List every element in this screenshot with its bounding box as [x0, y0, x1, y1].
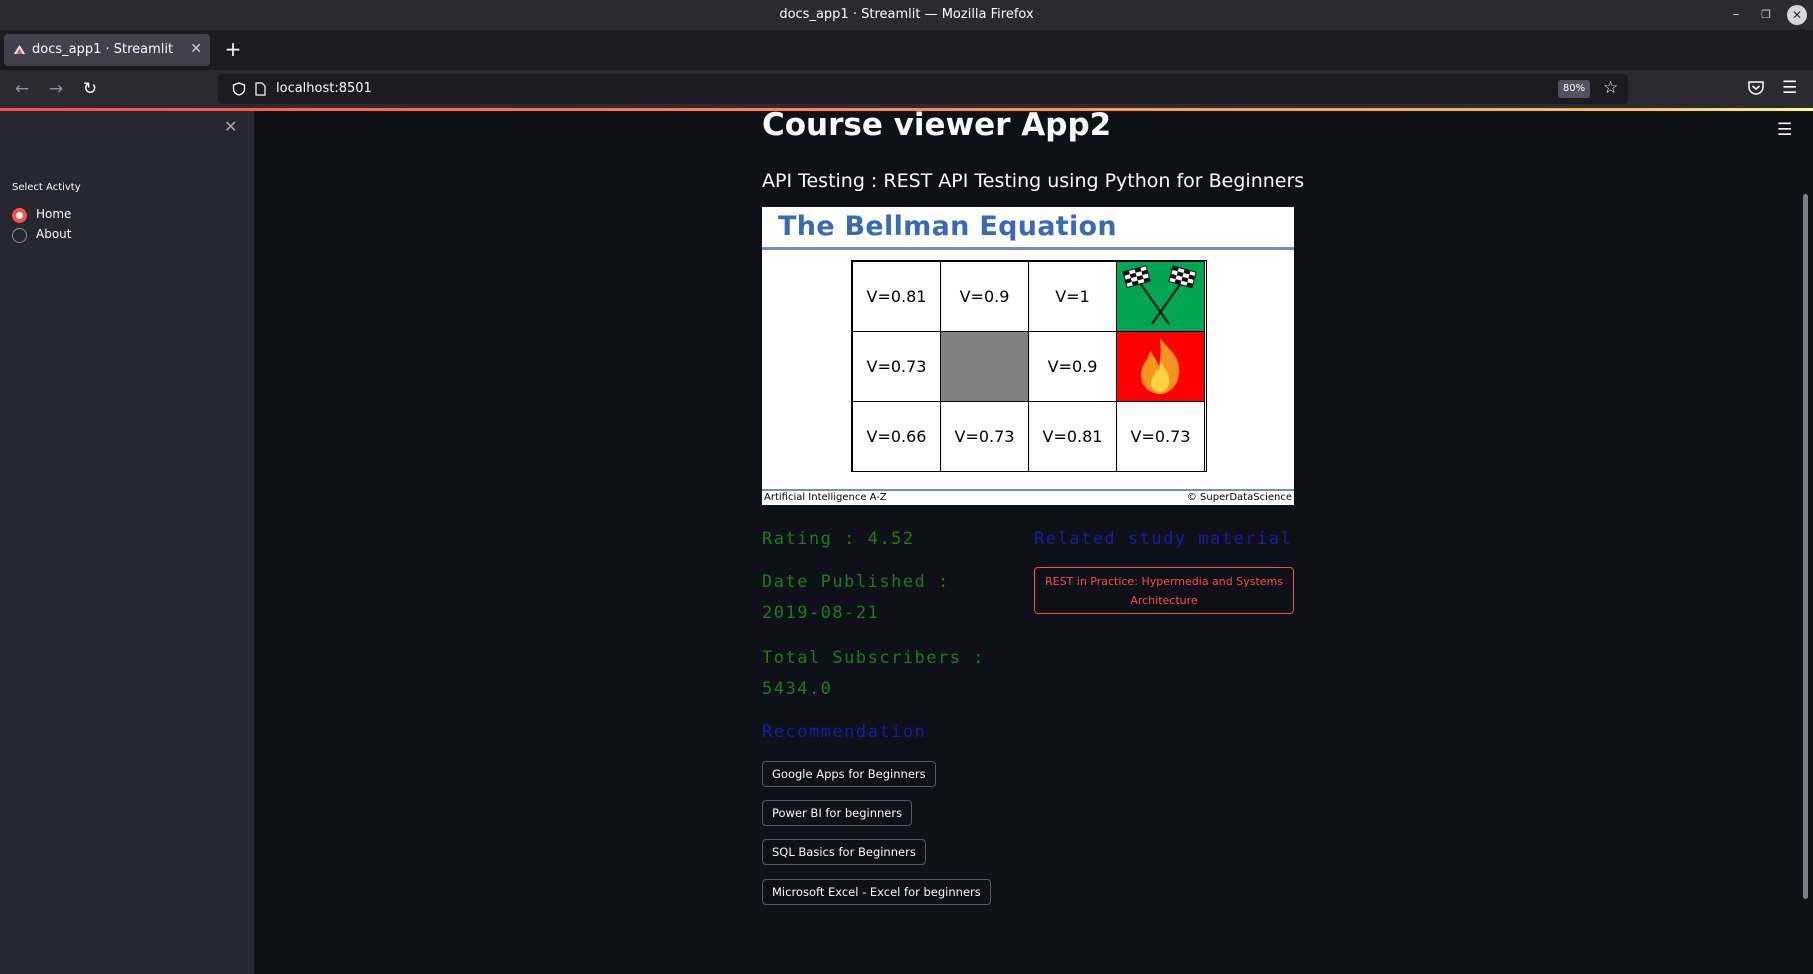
radio-selected-icon[interactable] [12, 208, 27, 223]
grid-cell: V=0.9 [1028, 331, 1117, 402]
image-footer-left: Artificial Intelligence A-Z [764, 492, 887, 503]
recommendation-button[interactable]: SQL Basics for Beginners [762, 839, 926, 865]
navigation-bar: ← → ↻ localhost:8501 80% ☆ ☰ [0, 70, 1813, 108]
course-image: The Bellman Equation V=0.81 V=0.9 V=1 V=… [762, 207, 1294, 505]
app-menu-icon[interactable]: ☰ [1777, 120, 1792, 140]
sidebar: ✕ Select Activty Home About [0, 111, 254, 974]
grid-cell: V=0.73 [1116, 401, 1205, 472]
tab-close-icon[interactable]: ✕ [190, 41, 202, 57]
course-title: API Testing : REST API Testing using Pyt… [762, 170, 1305, 192]
window-title: docs_app1 · Streamlit — Mozilla Firefox [779, 7, 1034, 22]
related-heading: Related study material [1034, 529, 1293, 549]
related-material-button[interactable]: REST in Practice: Hypermedia and Systems… [1034, 567, 1294, 614]
value-grid: V=0.81 V=0.9 V=1 V=0.73 V=0.9 V=0.66 V=0… [851, 260, 1207, 472]
subscribers-value: 5434.0 [762, 679, 833, 699]
recommendation-heading: Recommendation [762, 722, 927, 742]
radio-label: About [36, 227, 72, 241]
recommendation-button[interactable]: Microsoft Excel - Excel for beginners [762, 879, 991, 905]
radio-unselected-icon[interactable] [12, 228, 27, 243]
grid-cell: V=0.9 [940, 261, 1029, 332]
scrollbar[interactable] [1803, 194, 1808, 899]
new-tab-icon[interactable]: + [220, 36, 246, 62]
rating-text: Rating : 4.52 [762, 529, 915, 549]
reload-icon[interactable]: ↻ [79, 78, 101, 100]
zoom-level-badge[interactable]: 80% [1558, 80, 1590, 98]
wall-cell [940, 331, 1029, 402]
pocket-icon[interactable] [1747, 79, 1765, 97]
image-title: The Bellman Equation [778, 211, 1117, 242]
restore-icon[interactable]: ❐ [1756, 5, 1776, 25]
page-icon [255, 82, 266, 96]
date-published-value: 2019-08-21 [762, 603, 880, 623]
browser-tab[interactable]: docs_app1 · Streamlit ✕ [4, 34, 210, 66]
recommendation-button[interactable]: Power BI for beginners [762, 800, 913, 826]
url-text[interactable]: localhost:8501 [276, 81, 372, 96]
grid-cell: V=0.73 [940, 401, 1029, 472]
shield-icon[interactable] [232, 82, 246, 96]
date-published-label: Date Published : [762, 572, 950, 592]
checkered-flags-icon [1122, 265, 1197, 325]
radio-label: Home [36, 207, 72, 221]
divider [762, 489, 1294, 491]
image-footer-right: © SuperDataScience [1186, 492, 1292, 503]
subscribers-label: Total Subscribers : [762, 648, 985, 668]
minimize-icon[interactable]: – [1726, 5, 1746, 25]
window-titlebar: docs_app1 · Streamlit — Mozilla Firefox … [0, 0, 1813, 30]
page-title: Course viewer App2 [762, 107, 1112, 143]
radio-group-label: Select Activty [12, 182, 81, 193]
sidebar-close-icon[interactable]: ✕ [224, 117, 237, 136]
hamburger-menu-icon[interactable]: ☰ [1782, 78, 1797, 98]
tab-strip: docs_app1 · Streamlit ✕ [0, 30, 1813, 70]
grid-cell: V=0.66 [852, 401, 941, 472]
fire-cell [1116, 331, 1205, 402]
goal-cell [1116, 261, 1205, 332]
grid-cell: V=0.81 [1028, 401, 1117, 472]
grid-cell: V=0.81 [852, 261, 941, 332]
grid-cell: V=0.73 [852, 331, 941, 402]
grid-cell: V=1 [1028, 261, 1117, 332]
forward-arrow-icon[interactable]: → [45, 78, 67, 100]
fire-icon [1141, 338, 1180, 394]
divider [762, 247, 1294, 250]
window-close-icon[interactable]: ✕ [1787, 5, 1807, 25]
bookmark-star-icon[interactable]: ☆ [1603, 78, 1618, 98]
streamlit-favicon-icon [14, 45, 25, 54]
url-bar[interactable]: localhost:8501 80% ☆ [218, 74, 1628, 104]
tab-title: docs_app1 · Streamlit [32, 42, 174, 57]
recommendation-button[interactable]: Google Apps for Beginners [762, 761, 936, 787]
back-arrow-icon[interactable]: ← [11, 78, 33, 100]
